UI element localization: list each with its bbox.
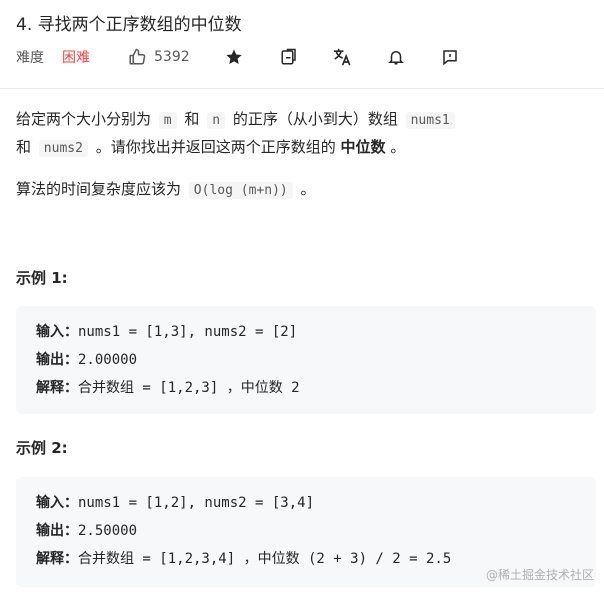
example-1-title: 示例 1:: [16, 269, 68, 287]
example-2-title: 示例 2:: [16, 439, 68, 457]
example-1-box: 输入：nums1 = [1,3], nums2 = [2] 输出：2.00000…: [16, 306, 596, 414]
description-text: 。请你找出并返回这两个正序数组的: [95, 138, 336, 156]
description-line-3: 算法的时间复杂度应该为 O(log (m+n)) 。: [16, 178, 316, 202]
description-text: 和: [184, 110, 200, 128]
like-count: 5392: [154, 49, 190, 65]
output-value: 2.50000: [78, 523, 138, 539]
divider: [0, 88, 604, 89]
problem-meta-bar: 难度 困难 5392: [16, 46, 596, 68]
share-button[interactable]: [279, 47, 299, 67]
code-n: n: [207, 112, 226, 129]
explain-label: 解释：: [36, 551, 78, 567]
example-output-line: 输出：2.00000: [36, 346, 576, 374]
description-text: 给定两个大小分别为: [16, 110, 152, 128]
description-line-2: 和 nums2 。请你找出并返回这两个正序数组的 中位数 。: [16, 136, 405, 160]
translate-icon: [333, 48, 351, 66]
input-label: 输入：: [36, 324, 78, 340]
translate-button[interactable]: [332, 47, 352, 67]
description-text: 。: [300, 180, 316, 198]
like-button[interactable]: 5392: [128, 46, 190, 68]
input-value: nums1 = [1,2], nums2 = [3,4]: [78, 495, 315, 511]
output-value: 2.00000: [78, 352, 138, 368]
description-text: 的正序（从小到大）数组: [232, 110, 398, 128]
code-nums2: nums2: [38, 140, 88, 157]
share-icon: [281, 48, 296, 65]
example-output-line: 输出：2.50000: [36, 517, 576, 545]
explain-value: 合并数组 = [1,2,3] ，中位数 2: [78, 380, 300, 396]
watermark: @稀土掘金技术社区: [485, 568, 594, 582]
star-button[interactable]: [224, 47, 244, 67]
difficulty-value: 困难: [62, 50, 90, 66]
code-nums1: nums1: [405, 112, 455, 129]
description-line-1: 给定两个大小分别为 m 和 n 的正序（从小到大）数组 nums1: [16, 108, 458, 132]
difficulty-label: 难度: [16, 50, 44, 66]
input-label: 输入：: [36, 495, 78, 511]
feedback-button[interactable]: [440, 47, 460, 67]
code-m: m: [158, 112, 177, 129]
example-input-line: 输入：nums1 = [1,3], nums2 = [2]: [36, 318, 576, 346]
star-icon: [226, 49, 242, 65]
feedback-icon: [443, 50, 457, 66]
explain-label: 解释：: [36, 380, 78, 396]
description-text: 。: [390, 138, 406, 156]
subscribe-button[interactable]: [386, 47, 406, 67]
problem-title: 4. 寻找两个正序数组的中位数: [16, 15, 242, 35]
description-text: 算法的时间复杂度应该为: [16, 180, 182, 198]
median-term: 中位数: [340, 138, 386, 156]
output-label: 输出：: [36, 523, 78, 539]
example-explain-line: 解释：合并数组 = [1,2,3] ，中位数 2: [36, 374, 576, 402]
bell-icon: [388, 51, 404, 65]
explain-value: 合并数组 = [1,2,3,4] ，中位数 (2 + 3) / 2 = 2.5: [78, 551, 452, 567]
output-label: 输出：: [36, 352, 78, 368]
thumbs-up-icon: [129, 48, 146, 65]
description-text: 和: [16, 138, 32, 156]
code-complexity: O(log (m+n)): [188, 182, 293, 199]
input-value: nums1 = [1,3], nums2 = [2]: [78, 324, 298, 340]
example-input-line: 输入：nums1 = [1,2], nums2 = [3,4]: [36, 489, 576, 517]
